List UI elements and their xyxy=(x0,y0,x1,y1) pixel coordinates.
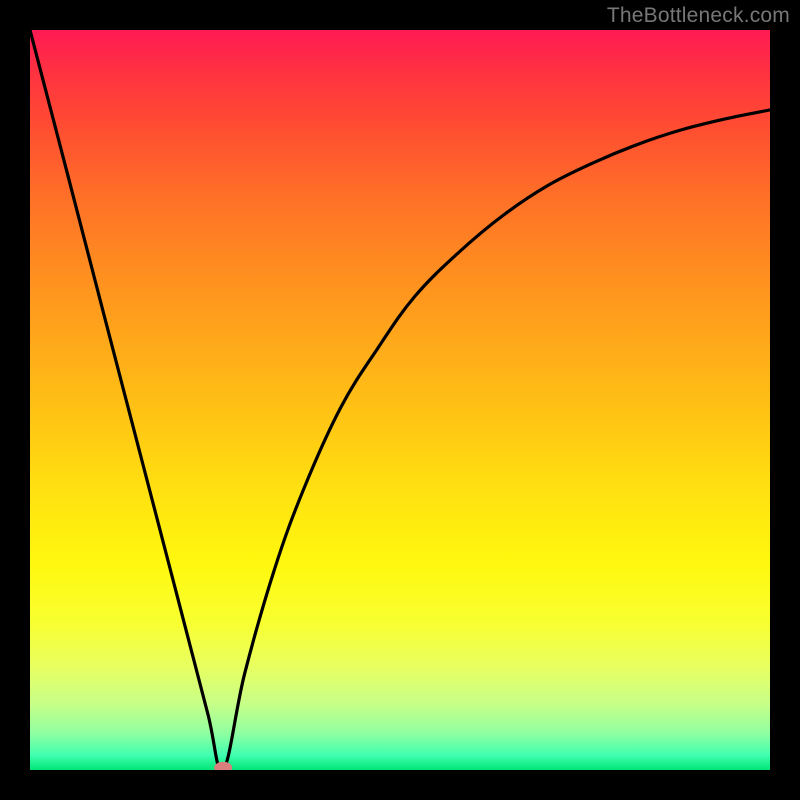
bottleneck-curve xyxy=(30,30,770,770)
curve-group xyxy=(30,30,770,770)
chart-frame: TheBottleneck.com xyxy=(0,0,800,800)
watermark-label: TheBottleneck.com xyxy=(607,4,790,28)
curve-layer xyxy=(30,30,770,770)
plot-area xyxy=(30,30,770,770)
